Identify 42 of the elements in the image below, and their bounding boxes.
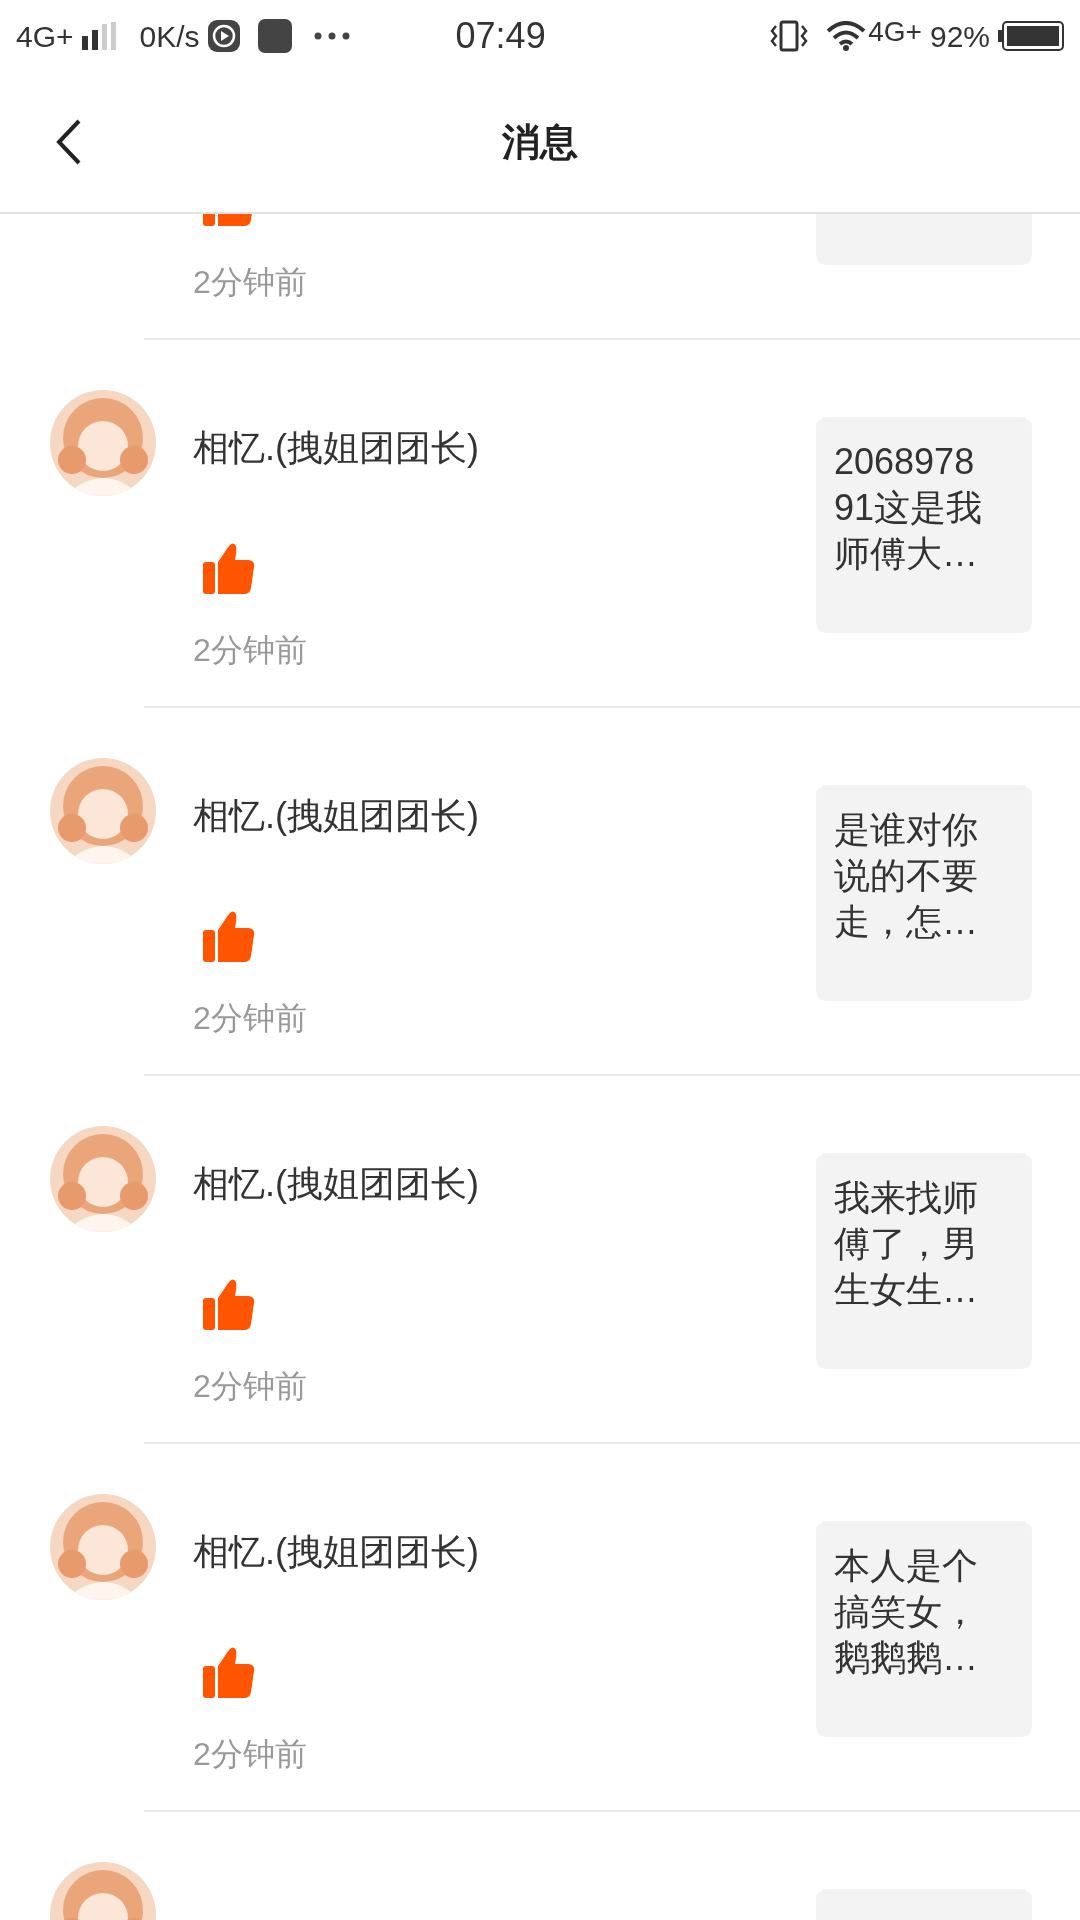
timestamp: 2分钟前: [193, 631, 308, 670]
timestamp: 2分钟前: [193, 263, 308, 302]
user-name[interactable]: 相忆.(拽姐团团长): [193, 1162, 816, 1206]
app-icon: [257, 19, 292, 53]
network-type: 4G+: [16, 18, 74, 55]
preview-text: 本人是个: [834, 1544, 979, 1588]
thumbs-up-icon[interactable]: [203, 1278, 255, 1330]
preview-text: 师傅大…: [834, 532, 979, 576]
preview-text: 搞笑女，: [834, 1590, 979, 1634]
preview-text: 91这是我: [834, 486, 984, 530]
timestamp: 2分钟前: [193, 999, 308, 1038]
battery-level: 92%: [929, 18, 990, 55]
message-preview[interactable]: 是谁对你 说的不要 走，怎…: [816, 785, 1032, 1001]
page-title: 消息: [502, 119, 578, 165]
preview-text: 我来找师: [834, 1176, 979, 1220]
wifi-icon: [826, 21, 867, 51]
message-preview[interactable]: 本人是个 搞笑女， 鹅鹅鹅…: [816, 1521, 1032, 1737]
battery-icon: [998, 21, 1064, 51]
preview-text: 是谁对你: [834, 808, 979, 852]
preview-text: 鹅鹅鹅…: [834, 1636, 979, 1680]
timestamp: 2分钟前: [193, 1367, 308, 1406]
network-speed: 0K/s: [139, 18, 200, 55]
more-icon: [313, 32, 350, 40]
user-name[interactable]: 相忆.(拽姐团团长): [193, 426, 816, 470]
timestamp: 2分钟前: [193, 1735, 308, 1774]
clock: 07:49: [455, 14, 546, 58]
thumbs-up-icon[interactable]: [203, 1646, 255, 1698]
preview-text: 走，怎…: [834, 900, 979, 944]
preview-text: 2068978: [834, 440, 976, 484]
user-name[interactable]: 相忆.(拽姐团团长): [193, 794, 816, 838]
user-name[interactable]: 相忆.(拽姐团团长): [193, 1530, 816, 1574]
vibrate-icon: [770, 20, 809, 52]
preview-text: 说的不要: [834, 854, 979, 898]
thumbs-up-icon[interactable]: [203, 910, 255, 962]
preview-text: 傅了，男: [834, 1222, 979, 1266]
preview-text: 生女生…: [834, 1268, 979, 1312]
message-preview[interactable]: 我来找师 傅了，男 生女生…: [816, 1153, 1032, 1369]
message-preview[interactable]: 2068978 91这是我 师傅大…: [816, 417, 1032, 633]
network-type: 4G+: [868, 15, 922, 49]
thumbs-up-icon[interactable]: [203, 542, 255, 594]
play-icon: [207, 20, 240, 52]
back-icon[interactable]: [55, 118, 83, 166]
